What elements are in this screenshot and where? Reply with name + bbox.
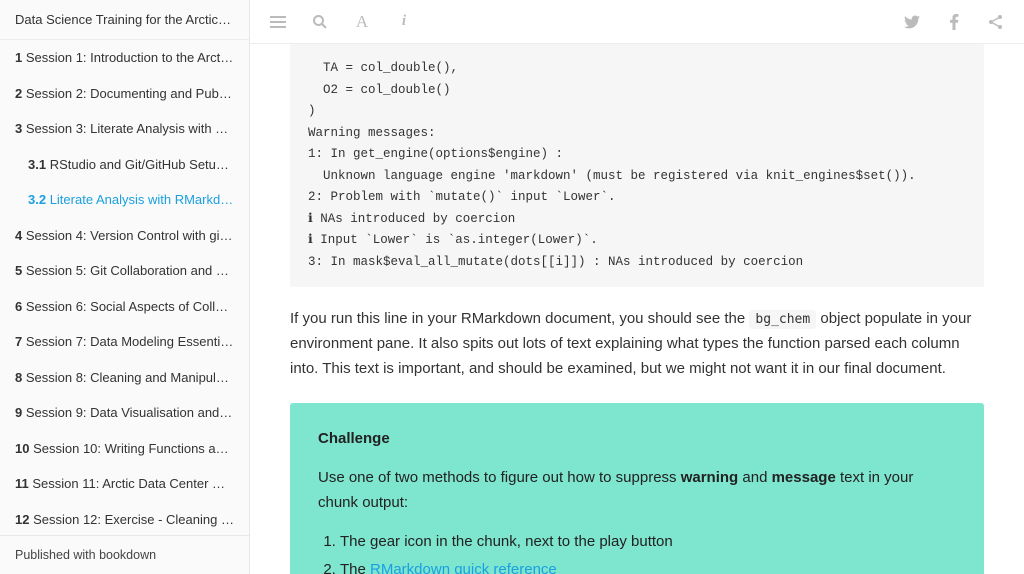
toc-item-number: 11 (15, 476, 29, 491)
facebook-icon[interactable] (946, 14, 962, 30)
twitter-icon[interactable] (904, 14, 920, 30)
toc-item-7[interactable]: 7 Session 7: Data Modeling Essentials (0, 324, 249, 360)
sidebar-title[interactable]: Data Science Training for the Arctic Dat… (0, 0, 249, 40)
rmarkdown-quickref-link[interactable]: RMarkdown quick reference (370, 561, 557, 574)
toc-item-number: 12 (15, 512, 29, 527)
toc-item-label: Session 6: Social Aspects of Collabor… (22, 299, 249, 314)
code-output: TA = col_double(), O2 = col_double() ) W… (290, 44, 984, 287)
toc-item-6[interactable]: 6 Session 6: Social Aspects of Collabor… (0, 289, 249, 325)
toc-item-5[interactable]: 5 Session 5: Git Collaboration and Con… (0, 253, 249, 289)
toc-item-8[interactable]: 8 Session 8: Cleaning and Manipulatin… (0, 360, 249, 396)
table-of-contents: 1 Session 1: Introduction to the Arctic … (0, 40, 249, 535)
toc-item-10[interactable]: 10 Session 10: Writing Functions and P… (0, 431, 249, 467)
content: TA = col_double(), O2 = col_double() ) W… (250, 44, 1024, 574)
strong-warning: warning (681, 469, 739, 486)
toc-item-3-2[interactable]: 3.2 Literate Analysis with RMarkdown (0, 182, 249, 218)
toc-item-number: 10 (15, 441, 29, 456)
sidebar-footer[interactable]: Published with bookdown (0, 535, 249, 574)
toc-item-11[interactable]: 11 Session 11: Arctic Data Center Data… (0, 466, 249, 502)
toc-item-3-1[interactable]: 3.1 RStudio and Git/GitHub Setup a… (0, 147, 249, 183)
text: and (738, 469, 771, 486)
list-item: The RMarkdown quick reference (340, 558, 956, 574)
toc-item-label: Session 4: Version Control with git an… (22, 228, 249, 243)
main: A i TA = col_double(), O2 = col_double()… (250, 0, 1024, 574)
topbar-right (904, 14, 1004, 30)
list-item: The gear icon in the chunk, next to the … (340, 530, 956, 555)
toc-item-label: Session 9: Data Visualisation and Pu… (22, 405, 249, 420)
toc-item-1[interactable]: 1 Session 1: Introduction to the Arctic … (0, 40, 249, 76)
menu-icon[interactable] (270, 14, 286, 30)
paragraph: If you run this line in your RMarkdown d… (290, 307, 984, 381)
toc-item-label: Session 12: Exercise - Cleaning and… (29, 512, 249, 527)
font-icon[interactable]: A (354, 14, 370, 30)
toc-item-4[interactable]: 4 Session 4: Version Control with git an… (0, 218, 249, 254)
toc-item-label: Session 5: Git Collaboration and Con… (22, 263, 249, 278)
toc-item-number: 3.2 (28, 192, 46, 207)
strong-message: message (772, 469, 836, 486)
toc-item-9[interactable]: 9 Session 9: Data Visualisation and Pu… (0, 395, 249, 431)
toc-item-2[interactable]: 2 Session 2: Documenting and Publishi… (0, 76, 249, 112)
text: If you run this line in your RMarkdown d… (290, 310, 749, 327)
toc-item-number: 3.1 (28, 157, 46, 172)
topbar: A i (250, 0, 1024, 44)
toc-item-label: Session 10: Writing Functions and P… (29, 441, 249, 456)
toc-item-label: Session 1: Introduction to the Arctic … (22, 50, 246, 65)
toc-item-label: Session 2: Documenting and Publishi… (22, 86, 249, 101)
text: Use one of two methods to figure out how… (318, 469, 681, 486)
share-icon[interactable] (988, 14, 1004, 30)
toc-item-label: Session 3: Literate Analysis with RMa… (22, 121, 249, 136)
challenge-box: Challenge Use one of two methods to figu… (290, 403, 984, 574)
challenge-list: The gear icon in the chunk, next to the … (318, 530, 956, 574)
challenge-text: Use one of two methods to figure out how… (318, 466, 956, 516)
challenge-title: Challenge (318, 427, 956, 452)
toc-item-label: Session 7: Data Modeling Essentials (22, 334, 237, 349)
toc-item-3[interactable]: 3 Session 3: Literate Analysis with RMa… (0, 111, 249, 147)
toc-item-label: Session 8: Cleaning and Manipulatin… (22, 370, 249, 385)
text: The (340, 561, 370, 574)
toc-item-label: RStudio and Git/GitHub Setup a… (46, 157, 247, 172)
sidebar: Data Science Training for the Arctic Dat… (0, 0, 250, 574)
search-icon[interactable] (312, 14, 328, 30)
topbar-left: A i (270, 14, 412, 30)
inline-code: bg_chem (749, 310, 816, 329)
info-icon[interactable]: i (396, 14, 412, 30)
toc-item-12[interactable]: 12 Session 12: Exercise - Cleaning and… (0, 502, 249, 536)
toc-item-label: Literate Analysis with RMarkdown (46, 192, 244, 207)
toc-item-label: Session 11: Arctic Data Center Data… (29, 476, 249, 491)
